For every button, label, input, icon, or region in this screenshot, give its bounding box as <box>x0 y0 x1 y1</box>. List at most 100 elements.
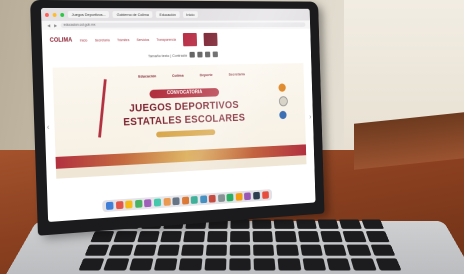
browser-tab[interactable]: Juegos Deportivos... <box>67 11 110 18</box>
nav-item[interactable]: Transparencia <box>156 38 176 42</box>
dock-app-icon[interactable] <box>172 197 180 206</box>
keyboard-key <box>205 244 227 256</box>
keyboard-key <box>297 231 320 242</box>
forward-arrow-icon[interactable]: ▶ <box>54 23 57 28</box>
minimize-window-icon[interactable] <box>52 12 57 17</box>
maximize-window-icon[interactable] <box>60 12 65 17</box>
browser-tab[interactable]: Educación <box>155 11 180 18</box>
nav-item[interactable]: Servicios <box>137 38 150 42</box>
keyboard-key <box>90 231 115 242</box>
nav-item[interactable]: Trámites <box>117 38 129 42</box>
soccer-ball-icon <box>278 96 288 107</box>
keyboard-key <box>253 244 275 256</box>
address-bar[interactable]: educacion.col.gob.mx <box>60 22 306 28</box>
dock-app-icon[interactable] <box>226 193 234 202</box>
keyboard-key <box>103 258 130 271</box>
photo-scene: Juegos Deportivos... Gobierno de Colima … <box>0 0 464 274</box>
volleyball-icon <box>279 110 287 120</box>
keyboard-key <box>229 258 251 271</box>
text-size-icon[interactable] <box>189 51 196 58</box>
header-button[interactable] <box>182 32 198 47</box>
dock-app-icon[interactable] <box>181 196 189 205</box>
partner-logo: Colima <box>171 72 184 78</box>
dock-app-icon[interactable] <box>261 191 269 199</box>
keyboard-key <box>339 219 362 230</box>
text-size-icon[interactable] <box>197 51 203 58</box>
contrast-icon[interactable] <box>205 51 211 58</box>
keyboard-key <box>295 219 317 230</box>
back-arrow-icon[interactable]: ◀ <box>47 23 50 28</box>
keyboard-key <box>84 244 110 256</box>
keyboard-key <box>78 258 105 271</box>
keyboard-key <box>153 258 178 271</box>
keyboard-key <box>178 258 202 271</box>
keyboard-key <box>229 244 251 256</box>
basketball-icon <box>278 83 286 92</box>
browser-tab[interactable]: Inicio <box>182 11 198 18</box>
dock-app-icon[interactable] <box>244 192 252 201</box>
browser-tab[interactable]: Gobierno de Colima <box>112 11 153 18</box>
close-window-icon[interactable] <box>44 12 49 17</box>
keyboard-key <box>276 244 299 256</box>
sports-balls-illustration <box>278 83 292 123</box>
browser-tabstrip: Juegos Deportivos... Gobierno de Colima … <box>40 7 310 21</box>
keyboard-key <box>302 258 327 271</box>
accessibility-bar: Tamaño texto | Contraste <box>42 49 311 62</box>
dock-app-icon[interactable] <box>199 195 208 204</box>
keyboard-key <box>370 244 396 256</box>
nav-item[interactable]: Secretaría <box>95 38 110 42</box>
partner-logo: Secretaría <box>228 71 245 77</box>
dock-app-icon[interactable] <box>125 200 133 209</box>
keyboard-key <box>375 258 402 271</box>
dock-app-icon[interactable] <box>253 191 260 200</box>
keyboard-key <box>181 244 204 256</box>
keyboard-key <box>108 244 134 256</box>
carousel-prev-icon[interactable]: ‹ <box>47 122 50 131</box>
site-logo[interactable]: COLIMA <box>50 38 73 44</box>
dock-app-icon[interactable] <box>153 198 162 207</box>
keyboard-key <box>206 231 228 242</box>
header-button[interactable] <box>203 32 218 47</box>
keyboard-key <box>274 219 295 230</box>
dock-app-icon[interactable] <box>163 197 171 206</box>
dock-app-icon[interactable] <box>190 195 198 204</box>
keyboard-key <box>132 244 157 256</box>
laptop-screen: Juegos Deportivos... Gobierno de Colima … <box>40 7 316 223</box>
partner-logo: Educación <box>138 73 157 79</box>
keyboard-key <box>317 219 340 230</box>
keyboard-key <box>113 231 138 242</box>
partner-logo: Deporte <box>199 72 213 78</box>
dock-app-icon[interactable] <box>208 194 216 203</box>
keyboard-key <box>128 258 154 271</box>
keyboard-key <box>275 231 297 242</box>
keyboard-key <box>365 231 390 242</box>
keyboard-key <box>326 258 352 271</box>
keyboard-key <box>203 258 227 271</box>
keyboard-key <box>229 231 251 242</box>
keyboard-key <box>342 231 367 242</box>
keyboard-key <box>361 219 385 230</box>
keyboard-key <box>136 231 160 242</box>
dock-app-icon[interactable] <box>144 199 152 208</box>
keyboard-key <box>323 244 347 256</box>
hero-banner[interactable]: Educación Colima Deporte Secretaría CONV… <box>52 63 307 179</box>
dock-app-icon[interactable] <box>106 201 114 210</box>
laptop-lid: Juegos Deportivos... Gobierno de Colima … <box>29 0 325 236</box>
nav-item[interactable]: Inicio <box>80 39 88 43</box>
macos-dock <box>102 189 273 213</box>
dock-app-icon[interactable] <box>134 199 143 208</box>
keyboard-key <box>252 219 273 230</box>
keyboard-key <box>252 231 274 242</box>
keyboard-key <box>278 258 302 271</box>
keyboard-key <box>183 231 205 242</box>
dock-app-icon[interactable] <box>235 192 243 201</box>
carousel-next-icon[interactable]: › <box>309 113 311 121</box>
keyboard-key <box>160 231 183 242</box>
contrast-icon[interactable] <box>212 51 219 58</box>
keyboard-key <box>320 231 344 242</box>
keyboard-key <box>299 244 323 256</box>
convocatoria-pill: CONVOCATORIA <box>149 87 220 99</box>
dock-app-icon[interactable] <box>217 194 225 203</box>
date-pill <box>156 129 216 138</box>
dock-app-icon[interactable] <box>115 201 124 210</box>
